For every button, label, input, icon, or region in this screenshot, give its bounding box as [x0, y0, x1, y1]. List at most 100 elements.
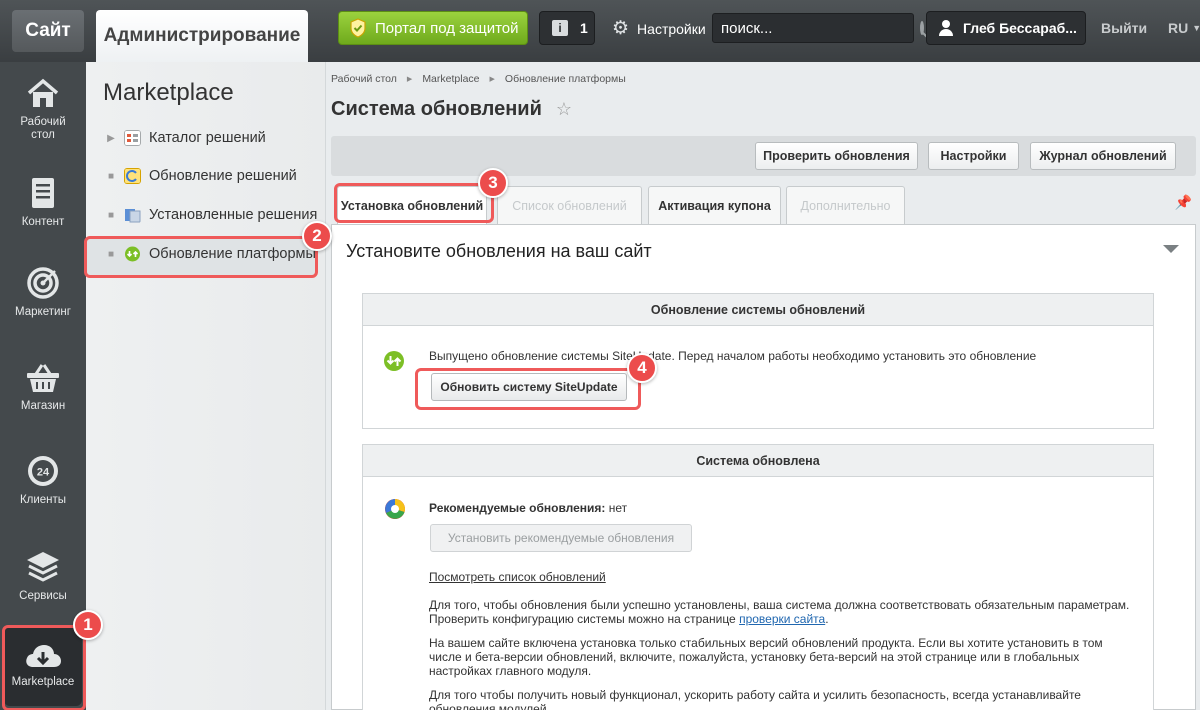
basket-icon	[27, 364, 59, 392]
callout-badge-1: 1	[73, 610, 103, 640]
new-features-paragraph: Для того чтобы получить новый функционал…	[429, 688, 1149, 710]
check-updates-button[interactable]: Проверить обновления	[755, 142, 918, 170]
settings-label: Настройки	[637, 20, 706, 37]
nav-item-content[interactable]: Контент	[0, 176, 86, 229]
star-icon[interactable]: ☆	[556, 99, 572, 120]
nav-label: Клиенты	[19, 494, 67, 506]
submenu-item-solution-updates[interactable]: ■ Обновление решений	[106, 168, 297, 184]
toolbar: Проверить обновления Настройки Журнал об…	[331, 136, 1196, 176]
notifications-count: 1	[580, 20, 588, 36]
administration-tab[interactable]: Администрирование	[96, 10, 308, 62]
nav-item-marketing[interactable]: Маркетинг	[0, 266, 86, 319]
logout-link[interactable]: Выйти	[1101, 20, 1147, 36]
submenu-item-label: Каталог решений	[149, 130, 266, 146]
submenu-item-label: Обновление решений	[149, 168, 297, 184]
nav-label: Сервисы	[19, 590, 67, 602]
panel-header: Обновление системы обновлений	[363, 294, 1153, 326]
new-features-line-2: обновления модулей.	[429, 702, 550, 710]
portal-protected-button[interactable]: Портал под защитой	[338, 11, 528, 45]
user-name: Глеб Бессараб...	[963, 20, 1077, 36]
callout-badge-4: 4	[627, 353, 657, 383]
update-available-icon	[384, 351, 404, 371]
search-box	[712, 13, 924, 43]
page-title: Система обновлений	[331, 98, 542, 120]
portal-protected-label: Портал под защитой	[375, 19, 519, 37]
submenu-title: Marketplace	[103, 79, 234, 106]
submenu-item-installed-solutions[interactable]: ■ Установленные решения	[106, 207, 317, 223]
user-icon	[939, 20, 953, 36]
site-check-link[interactable]: проверки сайта	[739, 612, 825, 626]
breadcrumb-separator-icon: ▶	[406, 76, 413, 83]
search-icon[interactable]	[920, 21, 924, 35]
settings-link[interactable]: ⚙ Настройки	[612, 19, 706, 38]
top-bar: Сайт Администрирование Портал под защито…	[0, 0, 1200, 62]
collapse-arrow-icon[interactable]	[1163, 245, 1179, 253]
bullet-icon: ■	[107, 209, 115, 221]
nav-item-shop[interactable]: Магазин	[0, 362, 86, 413]
settings-button[interactable]: Настройки	[928, 142, 1019, 170]
recommended-updates-label: Рекомендуемые обновления:	[429, 501, 606, 515]
nav-label: Контент	[21, 216, 65, 228]
layers-icon	[27, 552, 59, 582]
nav-label: Рабочий стол	[20, 116, 66, 141]
shield-icon	[350, 18, 366, 38]
main-navigation: Рабочий стол Контент Маркетинг Магазин 2…	[0, 62, 86, 710]
tab-content: Установите обновления на ваш сайт Обновл…	[331, 224, 1196, 710]
breadcrumb: Рабочий стол ▶ Marketplace ▶ Обновление …	[331, 73, 626, 85]
document-icon	[32, 178, 54, 208]
gear-icon: ⚙	[612, 18, 630, 39]
nav-item-clients[interactable]: 24 Клиенты	[0, 454, 86, 507]
system-updated-panel: Система обновлена Рекомендуемые обновлен…	[362, 444, 1154, 710]
notifications-button[interactable]: i 1	[539, 11, 595, 45]
callout-highlight-3	[334, 183, 494, 223]
site-tab[interactable]: Сайт	[12, 10, 84, 52]
language-label: RU	[1168, 20, 1189, 36]
breadcrumb-item[interactable]: Рабочий стол	[331, 73, 397, 85]
clients-24-icon: 24	[28, 456, 58, 486]
panel-header: Система обновлена	[363, 445, 1153, 477]
recommended-updates-row: Рекомендуемые обновления: нет	[429, 501, 627, 515]
new-features-line-1: Для того чтобы получить новый функционал…	[429, 688, 1081, 702]
tab-updates-list: Список обновлений	[497, 186, 642, 224]
callout-highlight-1	[2, 625, 86, 710]
siteupdate-message: Выпущено обновление системы SiteUpdate. …	[429, 349, 1037, 363]
pin-icon[interactable]: 📌	[1175, 194, 1192, 211]
target-icon	[27, 267, 59, 299]
callout-highlight-2	[84, 236, 318, 278]
tab-coupon-activation[interactable]: Активация купона	[648, 186, 781, 224]
requirements-line-1: Для того, чтобы обновления были успешно …	[429, 598, 1130, 612]
view-updates-list-link[interactable]: Посмотреть список обновлений	[429, 570, 606, 584]
nav-item-desktop[interactable]: Рабочий стол	[0, 78, 86, 142]
breadcrumb-item[interactable]: Обновление платформы	[505, 73, 626, 85]
section-title: Установите обновления на ваш сайт	[346, 241, 652, 261]
home-icon	[27, 78, 59, 107]
nav-item-services[interactable]: Сервисы	[0, 550, 86, 603]
page-title-row: Система обновлений ☆	[331, 98, 572, 121]
search-input[interactable]	[721, 19, 920, 37]
requirements-line-2: Проверить конфигурацию системы можно на …	[429, 612, 829, 626]
marketplace-submenu: Marketplace ▶ Каталог решений ■ Обновлен…	[86, 62, 326, 710]
solution-update-icon	[124, 168, 141, 184]
update-log-button[interactable]: Журнал обновлений	[1030, 142, 1176, 170]
recommended-updates-value: нет	[608, 501, 628, 515]
requirements-text: Проверить конфигурацию системы можно на …	[429, 612, 736, 626]
submenu-item-catalog[interactable]: ▶ Каталог решений	[106, 130, 266, 146]
requirements-paragraph: Для того, чтобы обновления были успешно …	[429, 598, 1149, 626]
chevron-down-icon: ▼	[1192, 23, 1200, 33]
breadcrumb-item[interactable]: Marketplace	[422, 73, 479, 85]
info-icon: i	[552, 20, 568, 36]
nav-label: Маркетинг	[15, 306, 71, 318]
installed-solutions-icon	[125, 209, 141, 223]
callout-badge-2: 2	[302, 221, 332, 251]
submenu-item-label: Установленные решения	[149, 207, 318, 223]
bullet-icon: ■	[107, 170, 115, 182]
tab-additional: Дополнительно	[786, 186, 905, 224]
language-selector[interactable]: RU ▼	[1168, 20, 1200, 36]
nav-label: Магазин	[20, 400, 66, 412]
beta-versions-paragraph: На вашем сайте включена установка только…	[429, 636, 1103, 678]
callout-highlight-4	[415, 368, 641, 410]
expand-arrow-icon[interactable]: ▶	[106, 133, 116, 144]
install-recommended-button: Установить рекомендуемые обновления	[430, 524, 692, 552]
breadcrumb-separator-icon: ▶	[489, 76, 495, 83]
user-menu-button[interactable]: Глеб Бессараб...	[926, 11, 1086, 45]
